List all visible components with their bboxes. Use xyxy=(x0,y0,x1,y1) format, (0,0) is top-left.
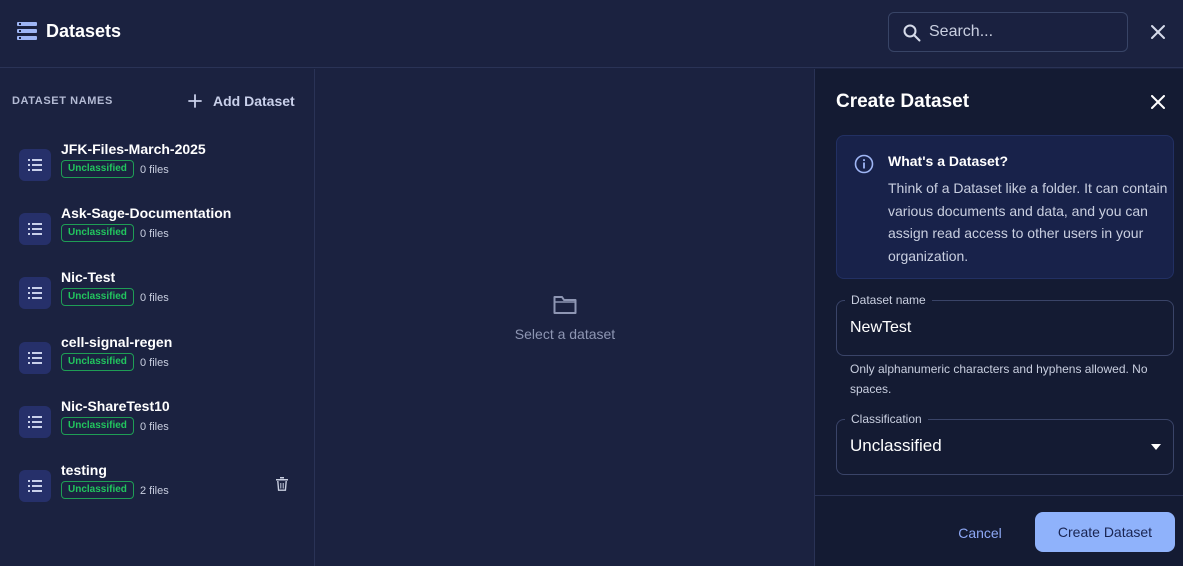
dataset-icon-box xyxy=(19,342,51,374)
caret-down-icon xyxy=(1151,444,1161,450)
trash-icon[interactable] xyxy=(276,477,288,491)
dataset-name-input[interactable] xyxy=(850,301,1160,355)
dataset-icon-box xyxy=(19,406,51,438)
dataset-list-item[interactable]: cell-signal-regen Unclassified 0 files xyxy=(0,331,315,387)
dataset-list-item[interactable]: testing Unclassified 2 files xyxy=(0,459,315,515)
dataset-name: testing xyxy=(61,462,107,478)
cancel-button[interactable]: Cancel xyxy=(956,523,1004,543)
dataset-list-item[interactable]: Nic-Test Unclassified 0 files xyxy=(0,266,315,322)
list-icon xyxy=(28,416,42,428)
dataset-name: Nic-Test xyxy=(61,269,116,285)
dataset-list-item[interactable]: JFK-Files-March-2025 Unclassified 0 file… xyxy=(0,138,315,194)
dataset-name: JFK-Files-March-2025 xyxy=(61,141,206,157)
dataset-name: Ask-Sage-Documentation xyxy=(61,205,232,221)
classification-badge: Unclassified xyxy=(61,417,134,435)
dataset-icon-box xyxy=(19,470,51,502)
close-icon[interactable] xyxy=(1150,24,1166,40)
dataset-detail-area: Select a dataset xyxy=(316,69,814,566)
file-count: 0 files xyxy=(140,228,169,240)
file-count: 0 files xyxy=(140,292,169,304)
dataset-list-item[interactable]: Nic-ShareTest10 Unclassified 0 files xyxy=(0,395,315,451)
dataset-name: cell-signal-regen xyxy=(61,334,173,350)
dataset-sidebar: DATASET NAMES Add Dataset JFK-Files-Marc… xyxy=(0,69,315,566)
file-count: 0 files xyxy=(140,357,169,369)
dataset-icon-box xyxy=(19,213,51,245)
classification-select[interactable]: Classification Unclassified xyxy=(836,411,1174,475)
dataset-icon-box xyxy=(19,149,51,181)
add-dataset-button[interactable]: Add Dataset xyxy=(188,91,295,111)
file-count: 0 files xyxy=(140,164,169,176)
info-callout: What's a Dataset? Think of a Dataset lik… xyxy=(836,135,1174,279)
classification-badge: Unclassified xyxy=(61,224,134,242)
dataset-name-field[interactable]: Dataset name xyxy=(836,292,1174,356)
search-icon xyxy=(903,24,921,42)
info-title: What's a Dataset? xyxy=(888,153,1009,169)
search-input[interactable] xyxy=(929,13,1119,51)
list-icon xyxy=(28,223,42,235)
classification-badge: Unclassified xyxy=(61,481,134,499)
dataset-name-hint: Only alphanumeric characters and hyphens… xyxy=(850,362,1148,396)
plus-icon xyxy=(188,94,202,108)
create-dataset-panel: Create Dataset What's a Dataset? Think o… xyxy=(814,69,1183,566)
dataset-list-item[interactable]: Ask-Sage-Documentation Unclassified 0 fi… xyxy=(0,202,315,258)
create-dataset-button[interactable]: Create Dataset xyxy=(1035,512,1175,552)
list-icon xyxy=(28,352,42,364)
app-header: Datasets xyxy=(0,0,1183,68)
file-count: 2 files xyxy=(140,485,169,497)
info-icon xyxy=(854,154,874,174)
classification-label: Classification xyxy=(845,411,928,427)
classification-badge: Unclassified xyxy=(61,288,134,306)
dataset-icon-box xyxy=(19,277,51,309)
classification-badge: Unclassified xyxy=(61,160,134,178)
list-icon xyxy=(28,287,42,299)
panel-title: Create Dataset xyxy=(836,91,970,112)
search-box[interactable] xyxy=(888,12,1128,52)
add-dataset-label: Add Dataset xyxy=(213,93,295,109)
empty-state-text: Select a dataset xyxy=(514,326,616,342)
panel-divider xyxy=(815,495,1183,496)
dataset-name: Nic-ShareTest10 xyxy=(61,398,170,414)
page-title: Datasets xyxy=(46,21,122,41)
close-icon[interactable] xyxy=(1151,95,1165,109)
list-icon xyxy=(17,22,37,40)
list-icon xyxy=(28,159,42,171)
list-icon xyxy=(28,480,42,492)
sidebar-heading: DATASET NAMES xyxy=(12,95,113,107)
file-count: 0 files xyxy=(140,421,169,433)
info-text: Think of a Dataset like a folder. It can… xyxy=(888,180,1168,264)
classification-badge: Unclassified xyxy=(61,353,134,371)
folder-icon xyxy=(553,296,577,314)
classification-value: Unclassified xyxy=(850,436,942,455)
